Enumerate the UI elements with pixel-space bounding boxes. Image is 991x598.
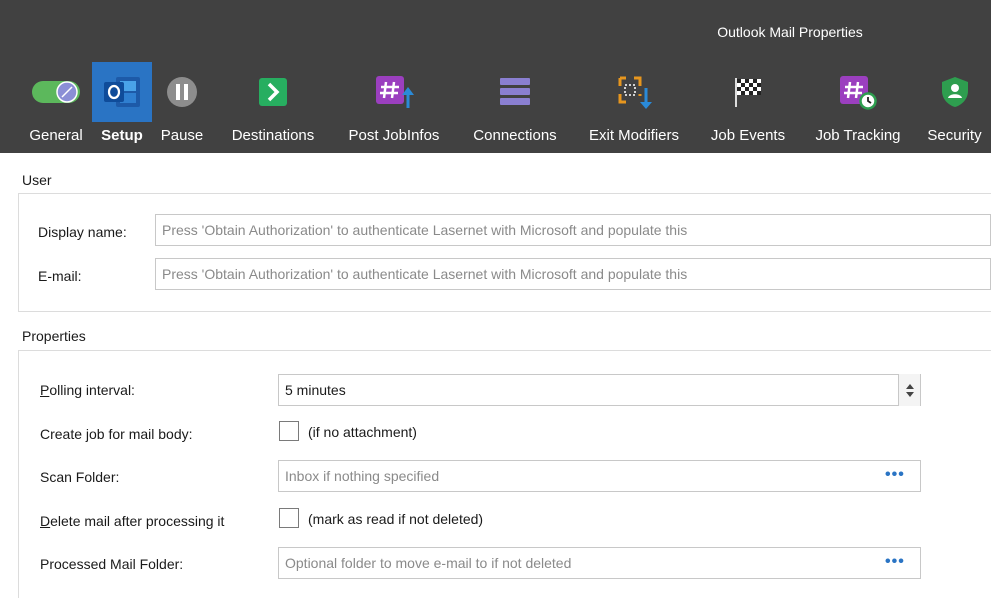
tab-connections[interactable]: Connections — [464, 62, 566, 153]
polling-interval-accelerator: P — [40, 382, 50, 398]
tab-setup[interactable]: Setup — [92, 62, 152, 153]
tab-exit-modifiers-label: Exit Modifiers — [588, 127, 680, 144]
tab-job-tracking[interactable]: Job Tracking — [806, 62, 910, 153]
tab-destinations[interactable]: Destinations — [222, 62, 324, 153]
tab-general[interactable]: General — [22, 62, 90, 153]
tab-connections-label: Connections — [473, 127, 557, 144]
user-section-label: User — [22, 172, 52, 188]
polling-interval-spinner[interactable] — [898, 374, 920, 406]
create-job-note: (if no attachment) — [308, 424, 417, 440]
arrow-right-icon — [242, 62, 304, 122]
spin-up-icon[interactable] — [905, 383, 914, 389]
tab-job-tracking-label: Job Tracking — [815, 127, 901, 144]
user-group-box — [18, 193, 991, 312]
tab-post-jobinfos[interactable]: Post JobInfos — [338, 62, 450, 153]
create-job-checkbox[interactable] — [279, 421, 299, 441]
scan-folder-browse-button[interactable]: ••• — [885, 466, 905, 484]
spin-down-icon[interactable] — [905, 391, 914, 397]
processed-folder-input[interactable] — [278, 547, 921, 579]
tab-pause[interactable]: Pause — [152, 62, 212, 153]
shield-user-icon — [924, 62, 986, 122]
toolbar-ribbon: Outlook Mail Properties General Setup Pa… — [0, 0, 991, 153]
tab-security[interactable]: Security — [918, 62, 991, 153]
polling-interval-input[interactable] — [278, 374, 921, 406]
tab-post-jobinfos-label: Post JobInfos — [348, 127, 440, 144]
delete-mail-label-text: elete mail after processing it — [50, 513, 225, 529]
properties-section-label: Properties — [22, 328, 86, 344]
polling-interval-label: Polling interval: — [40, 382, 135, 398]
tab-job-events-label: Job Events — [710, 127, 786, 144]
checkered-flag-icon — [717, 62, 779, 122]
tab-general-label: General — [29, 127, 83, 144]
scan-folder-label: Scan Folder: — [40, 469, 120, 485]
email-field[interactable] — [155, 258, 991, 290]
delete-mail-checkbox[interactable] — [279, 508, 299, 528]
bracket-arrow-icon — [603, 62, 665, 122]
polling-interval-label-text: olling interval: — [49, 382, 135, 398]
display-name-field[interactable] — [155, 214, 991, 246]
processed-folder-label: Processed Mail Folder: — [40, 556, 184, 572]
tab-setup-label: Setup — [101, 127, 143, 144]
processed-folder-browse-button[interactable]: ••• — [885, 553, 905, 571]
delete-mail-note: (mark as read if not deleted) — [308, 511, 484, 527]
create-job-label: Create job for mail body: — [40, 426, 193, 442]
stacked-bars-icon — [484, 62, 546, 122]
tab-job-events[interactable]: Job Events — [702, 62, 794, 153]
toggle-switch-icon — [25, 62, 87, 122]
hash-clock-icon — [827, 62, 889, 122]
window-title: Outlook Mail Properties — [717, 24, 863, 40]
delete-mail-label: Delete mail after processing it — [40, 513, 224, 529]
tab-exit-modifiers[interactable]: Exit Modifiers — [578, 62, 690, 153]
display-name-label: Display name: — [38, 224, 127, 240]
hash-arrow-up-icon — [363, 62, 425, 122]
tab-pause-label: Pause — [160, 127, 204, 144]
pause-icon — [152, 62, 212, 122]
delete-mail-accelerator: D — [40, 513, 51, 529]
tab-destinations-label: Destinations — [231, 127, 315, 144]
outlook-icon — [92, 62, 152, 122]
tab-security-label: Security — [927, 127, 982, 144]
email-label: E-mail: — [38, 268, 82, 284]
scan-folder-input[interactable] — [278, 460, 921, 492]
